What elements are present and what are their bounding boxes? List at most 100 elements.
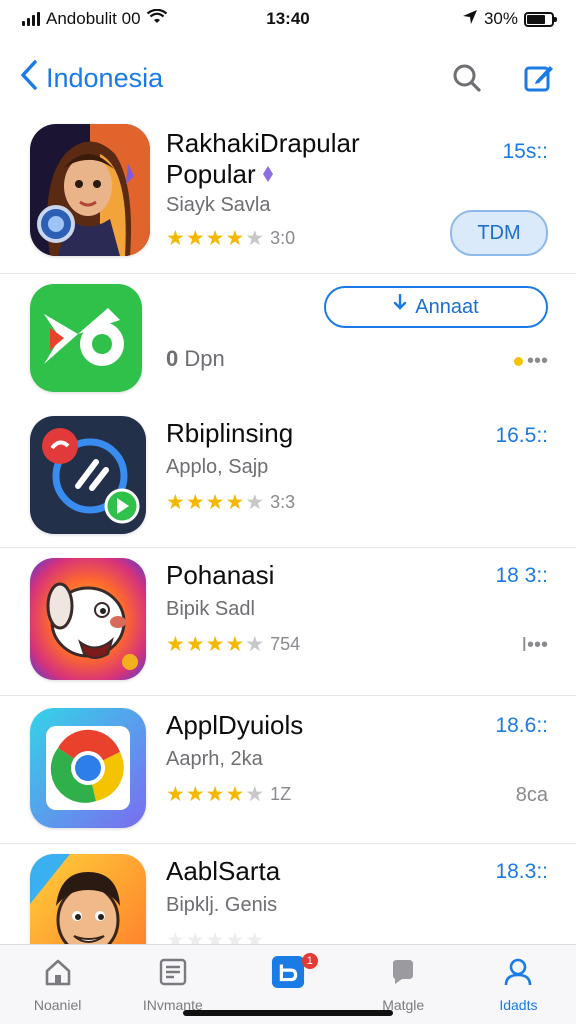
star-icon: ★ — [205, 227, 225, 250]
chat-icon — [386, 955, 420, 989]
home-indicator[interactable] — [183, 1010, 393, 1016]
rating-count: 3:0 — [270, 228, 296, 248]
green-play-icon[interactable] — [30, 284, 142, 392]
star-rating: ★ ★ ★ ★ ★ — [166, 228, 264, 249]
download-button[interactable]: Annaat — [324, 286, 548, 328]
wifi-icon — [146, 8, 167, 30]
battery-percent: 30% — [483, 9, 518, 28]
rating-count: 3:3 — [270, 492, 296, 512]
star-icon: ★ — [225, 783, 245, 806]
app-name: RakhakiDrapular Popular — [166, 128, 360, 190]
notification-badge: 1 — [301, 953, 318, 969]
star-icon: ★ — [185, 633, 205, 656]
more-indicator[interactable]: 8ca — [516, 784, 548, 807]
signal-icon — [22, 12, 40, 26]
app-price: 18 3:: — [495, 564, 548, 587]
rating: ★ ★ ★ ★ ★ 1Z — [166, 784, 291, 805]
person-icon — [501, 955, 535, 989]
app-name-line2: Popular — [166, 159, 360, 190]
star-rating: ★ ★ ★ ★ ★ — [166, 492, 264, 513]
app-subtitle: Bipik Sadl — [166, 598, 255, 620]
carrier-name: Andobulit 00 — [46, 9, 141, 28]
status-right: 30% — [354, 9, 557, 30]
list-item[interactable]: 0 Dpn Annaat ••• — [0, 274, 576, 412]
compose-icon[interactable] — [522, 61, 556, 95]
cartoon-man-icon[interactable] — [30, 854, 146, 944]
get-button[interactable]: TDM — [450, 210, 548, 256]
gem-icon — [262, 159, 274, 190]
search-icon[interactable] — [450, 61, 484, 95]
apps-store-icon — [271, 955, 305, 989]
star-rating: ★ ★ ★ ★ ★ — [166, 930, 264, 944]
star-empty-icon: ★ — [225, 929, 245, 944]
star-icon: ★ — [225, 227, 245, 250]
more-indicator[interactable]: ••• — [513, 350, 548, 373]
rating-count: 1Z — [270, 784, 292, 804]
navigation-bar: Indonesia — [0, 48, 576, 108]
download-button-label: Annaat — [415, 295, 479, 318]
home-icon — [41, 955, 75, 989]
location-arrow-icon — [462, 9, 478, 30]
star-rating: ★ ★ ★ ★ ★ — [166, 784, 264, 805]
star-icon: ★ — [205, 783, 225, 806]
star-empty-icon: ★ — [166, 929, 185, 944]
woman-avatar-icon[interactable] — [30, 124, 150, 256]
list-item[interactable]: Pohanasi Bipik Sadl ★ ★ ★ ★ ★ 754 18 3:: I••… — [0, 548, 576, 696]
star-empty-icon: ★ — [245, 633, 265, 656]
back-button[interactable]: Indonesia — [20, 59, 163, 98]
app-name: AablSarta — [166, 856, 281, 886]
tab-label: Idadts — [499, 997, 538, 1013]
subtitle-prefix: 0 — [166, 346, 179, 371]
status-left: Andobulit 00 — [22, 8, 222, 30]
star-icon: ★ — [185, 783, 205, 806]
status-dot-icon — [513, 357, 523, 367]
app-name: ApplDyuiols — [166, 710, 304, 740]
star-icon: ★ — [185, 227, 205, 250]
star-rating: ★ ★ ★ ★ ★ — [166, 634, 264, 655]
list-item[interactable]: AablSarta Bipklj. Genis ★ ★ ★ ★ ★ 18.3:: — [0, 844, 576, 944]
nav-actions — [450, 61, 556, 95]
rating: ★ ★ ★ ★ ★ 3:0 — [166, 228, 295, 249]
app-subtitle: 0 Dpn — [166, 346, 225, 372]
star-icon: ★ — [225, 633, 245, 656]
battery-icon — [524, 11, 557, 27]
status-time: 13:40 — [266, 9, 310, 28]
app-price: 18.3:: — [495, 860, 548, 883]
star-icon: ★ — [166, 227, 185, 250]
app-price: 16.5:: — [495, 424, 548, 447]
chrome-like-icon[interactable] — [30, 708, 146, 828]
rating: ★ ★ ★ ★ ★ 754 — [166, 634, 300, 655]
app-name-line1: RakhakiDrapular — [166, 128, 360, 158]
nav-title: Indonesia — [46, 62, 164, 93]
star-empty-icon: ★ — [245, 227, 265, 250]
status-bar: Andobulit 00 13:40 30% — [0, 0, 576, 38]
chevron-left-icon — [20, 59, 38, 98]
star-icon: ★ — [166, 633, 185, 656]
more-indicator[interactable]: I••• — [521, 634, 548, 657]
star-empty-icon: ★ — [205, 929, 225, 944]
app-subtitle: Siayk Savla — [166, 194, 271, 216]
app-name: Rbiplinsing — [166, 418, 294, 448]
tab-label: Noaniel — [33, 997, 82, 1013]
star-empty-icon: ★ — [245, 491, 265, 514]
app-name-line2-text: Popular — [166, 159, 256, 189]
app-list: RakhakiDrapular Popular Siayk Savla ★ ★ ★ ★… — [0, 114, 576, 944]
blue-dial-icon[interactable] — [30, 416, 146, 534]
download-icon — [393, 293, 407, 320]
rating: ★ ★ ★ ★ ★ — [166, 930, 264, 944]
app-name: Pohanasi — [166, 560, 275, 590]
app-price: 18.6:: — [495, 714, 548, 737]
list-item[interactable]: RakhakiDrapular Popular Siayk Savla ★ ★ ★ ★… — [0, 114, 576, 274]
star-empty-icon: ★ — [185, 929, 205, 944]
star-icon: ★ — [185, 491, 205, 514]
tab-home[interactable]: Noaniel — [0, 945, 115, 1024]
app-subtitle: Bipklj. Genis — [166, 894, 278, 916]
star-icon: ★ — [166, 783, 185, 806]
app-price: 15s:: — [502, 140, 548, 163]
star-icon: ★ — [166, 491, 185, 514]
list-item[interactable]: Rbiplinsing Applo, Sajp ★ ★ ★ ★ ★ 3:3 16.5:: — [0, 412, 576, 548]
star-empty-icon: ★ — [245, 783, 265, 806]
cartoon-dog-icon[interactable] — [30, 558, 146, 680]
list-item[interactable]: ApplDyuiols Aaprh, 2ka ★ ★ ★ ★ ★ 1Z 18.6:: 8… — [0, 696, 576, 844]
tab-profile[interactable]: Idadts — [461, 945, 576, 1024]
